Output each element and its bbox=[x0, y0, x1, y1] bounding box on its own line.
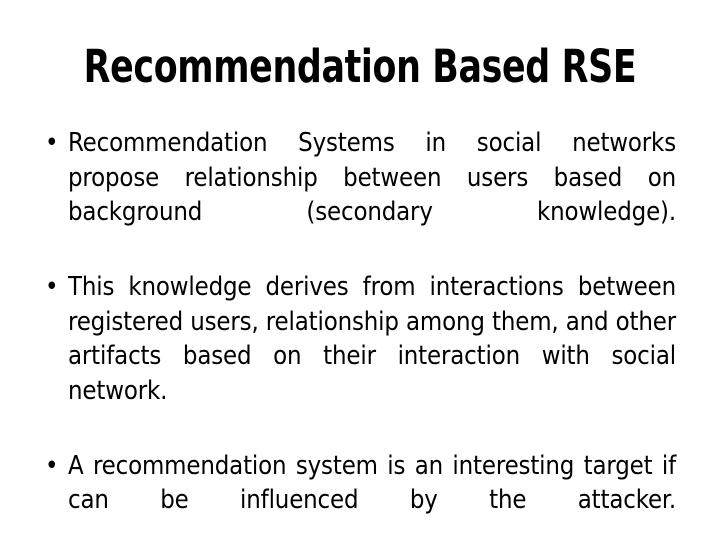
bullet-point-icon: • bbox=[45, 270, 59, 305]
bullet-point-icon: • bbox=[45, 449, 59, 484]
slide-body-bullet-list: • Recommendation Systems in social netwo… bbox=[40, 126, 676, 552]
slide-title: Recommendation Based RSE bbox=[50, 41, 669, 93]
bullet-point-icon: • bbox=[45, 126, 59, 161]
presentation-slide: Recommendation Based RSE • Recommendatio… bbox=[0, 0, 720, 540]
list-item-text: A recommendation system is an interestin… bbox=[68, 449, 676, 552]
list-item: • Recommendation Systems in social netwo… bbox=[40, 126, 676, 264]
list-item-text: Recommendation Systems in social network… bbox=[68, 126, 676, 264]
list-item: • This knowledge derives from interactio… bbox=[40, 270, 676, 443]
list-item-text: This knowledge derives from interactions… bbox=[68, 270, 676, 443]
list-item: • A recommendation system is an interest… bbox=[40, 449, 676, 552]
